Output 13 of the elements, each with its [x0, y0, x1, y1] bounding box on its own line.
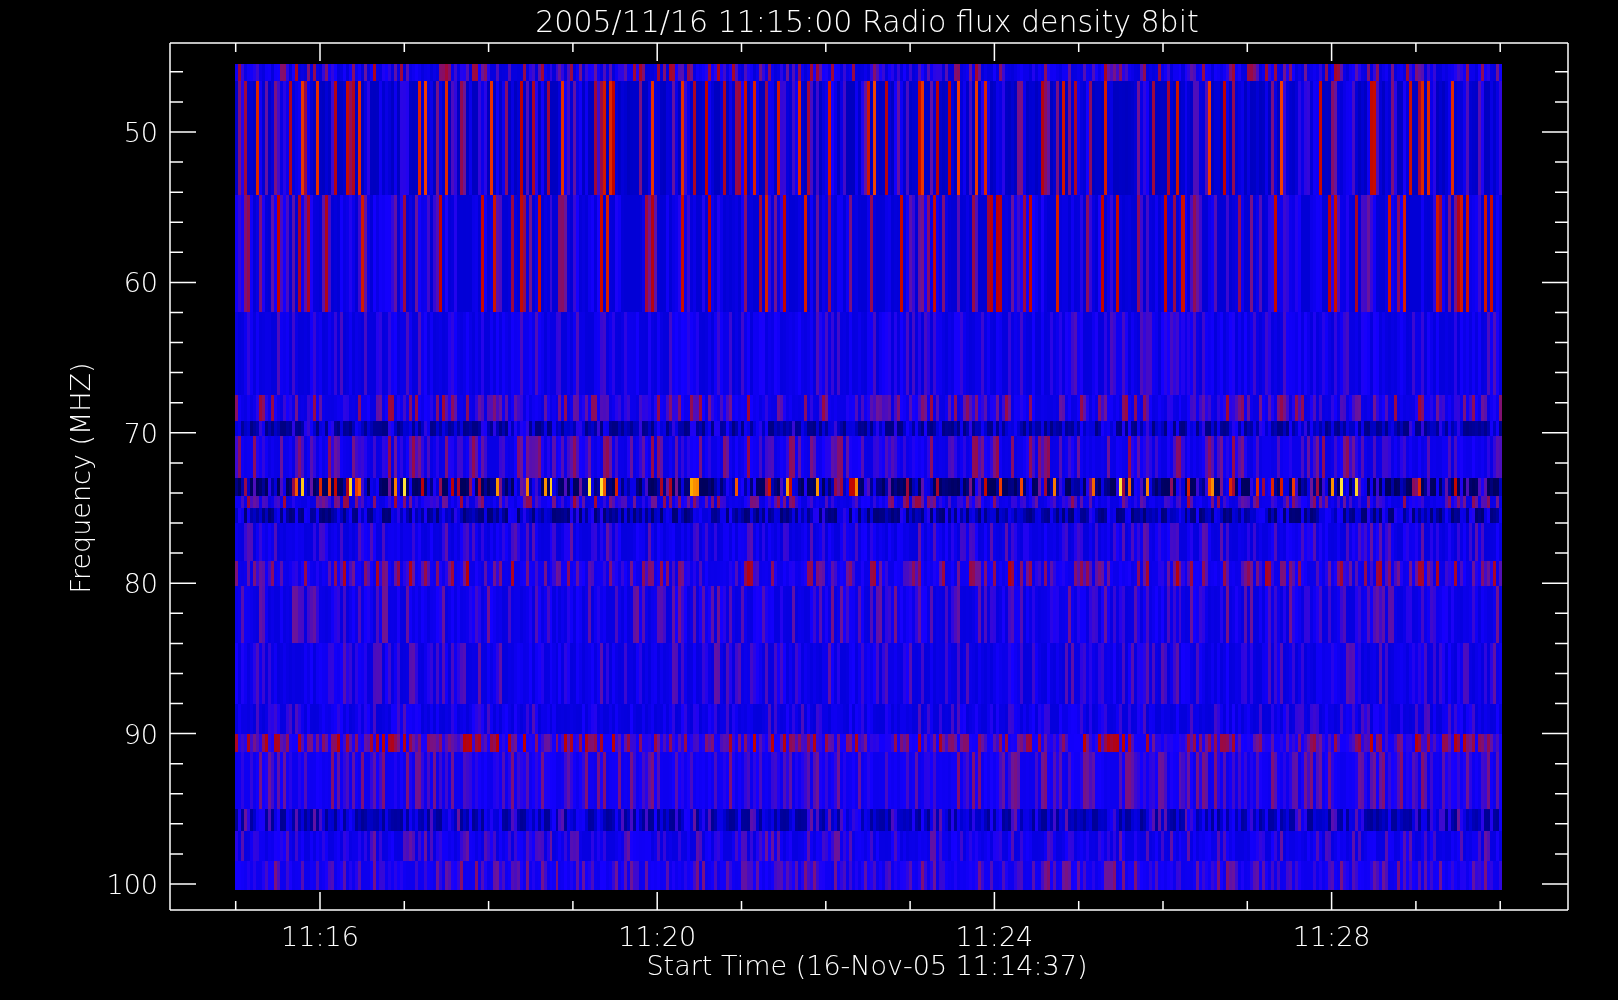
- x-tick-label: 11:20: [618, 921, 697, 952]
- x-tick-label: 11:16: [281, 921, 359, 952]
- y-tick-label: 80: [123, 568, 158, 600]
- y-tick-label: 90: [123, 718, 158, 750]
- x-tick-label: 11:24: [955, 921, 1034, 952]
- y-tick-label: 100: [106, 869, 158, 900]
- y-tick-label: 60: [123, 267, 158, 299]
- y-tick-label: 50: [123, 117, 158, 148]
- y-tick-label: 70: [123, 417, 158, 449]
- y-axis-label: Frequency (MHZ): [65, 362, 96, 594]
- x-tick-label: 11:28: [1292, 921, 1371, 952]
- plot-title: 2005/11/16 11:15:00 Radio flux density 8bit: [535, 4, 1199, 39]
- x-axis-label: Start Time (16-Nov-05 11:14:37): [646, 950, 1088, 981]
